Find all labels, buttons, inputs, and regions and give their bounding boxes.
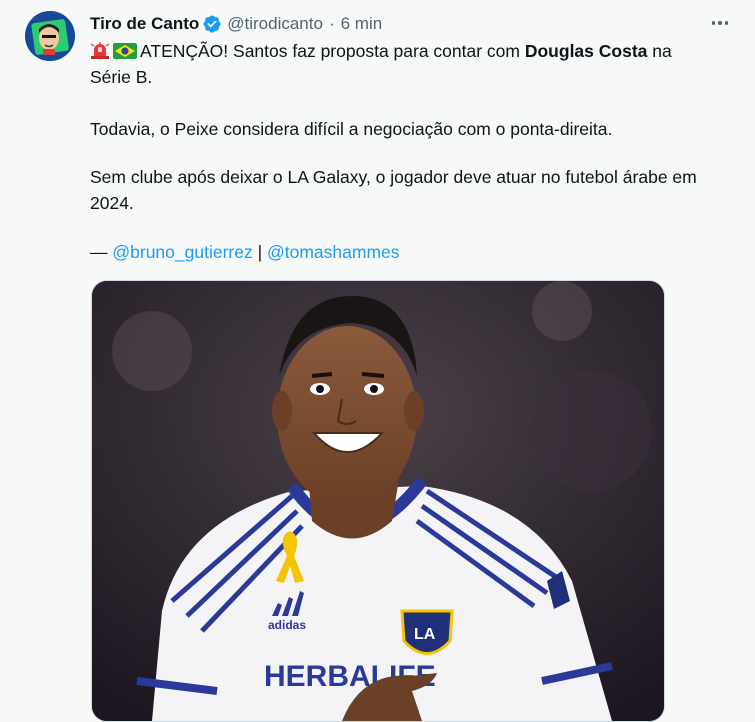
text-line1: ATENÇÃO! Santos faz proposta para contar… [140,41,525,61]
credit-separator: | [252,242,267,262]
crest-text: LA [414,626,436,643]
text-line1-after: na [647,41,672,61]
text-line2: Série B. [90,67,153,87]
text-paragraph-3: Sem clube após deixar o LA Galaxy, o jog… [90,167,697,213]
mention-bruno[interactable]: @bruno_gutierrez [112,242,252,262]
tweet[interactable]: Tiro de Canto @tirodicanto · 6 min ATENÇ… [0,0,755,722]
avatar-image [25,11,75,61]
tweet-header: Tiro de Canto @tirodicanto · 6 min [90,12,382,36]
verified-icon [203,15,221,33]
credit-line: — @bruno_gutierrez | @tomashammes [90,239,400,265]
brazil-flag-icon [113,43,137,59]
jersey-brand: adidas [268,618,306,632]
more-icon[interactable] [709,12,731,34]
mention-tomas[interactable]: @tomashammes [267,242,400,262]
author-name[interactable]: Tiro de Canto [90,14,199,34]
avatar[interactable] [25,11,75,61]
siren-icon [90,42,110,59]
text-line1-bold: Douglas Costa [524,41,648,61]
tweet-photo[interactable]: adidas LA HERBALIFE [91,280,665,722]
player-photo: adidas LA HERBALIFE [92,281,664,721]
separator-dot: · [328,14,335,33]
credit-prefix: — [90,242,113,262]
tweet-text: ATENÇÃO! Santos faz proposta para contar… [90,38,730,90]
text-paragraph-2: Todavia, o Peixe considera difícil a neg… [90,119,613,139]
author-handle[interactable]: @tirodicanto [227,14,323,34]
timestamp[interactable]: 6 min [341,14,383,34]
